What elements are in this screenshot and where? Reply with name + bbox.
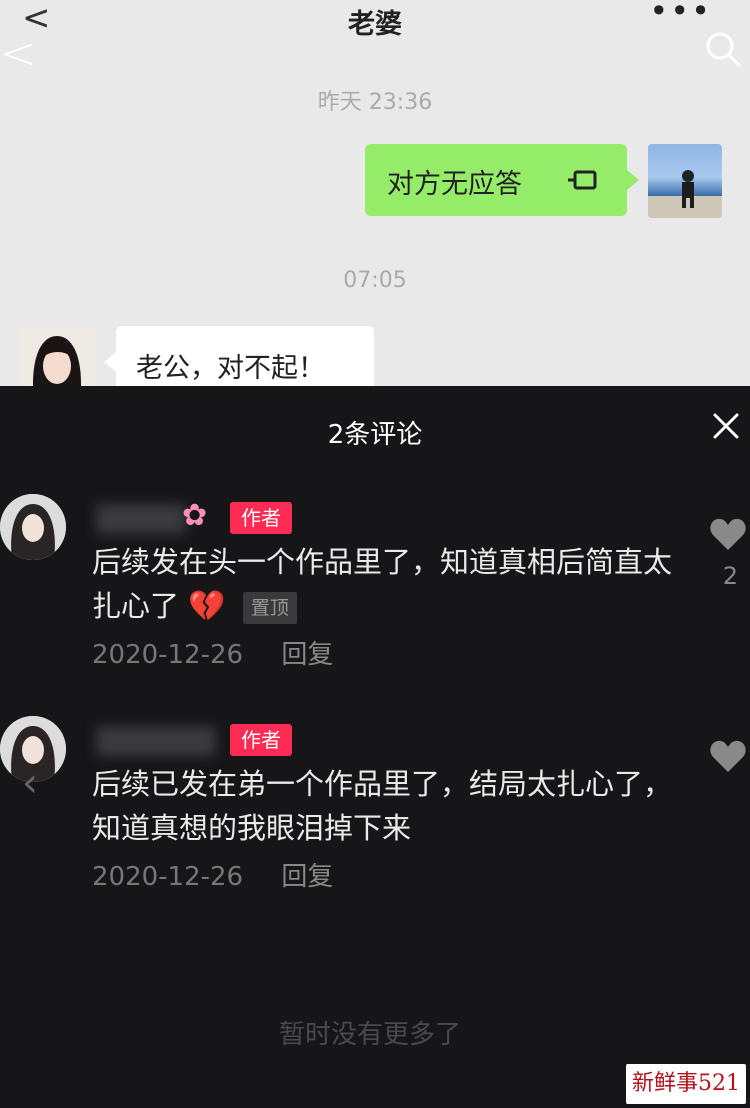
comments-panel: 2条评论 ✿ 作者 后续发在头一个作品里了，知道真相后简直太扎心了 💔 置顶 2… [0, 386, 750, 1108]
heart-icon[interactable] [708, 514, 748, 554]
voice-call-icon [568, 170, 597, 190]
author-badge: 作者 [230, 502, 292, 534]
close-icon[interactable] [712, 412, 740, 440]
commenter-avatar[interactable] [0, 494, 66, 560]
comment-text: 后续发在头一个作品里了，知道真相后简直太扎心了 💔 置顶 [92, 540, 672, 629]
back-arrow-icon[interactable]: ‹ [22, 760, 38, 806]
blurred-username [96, 504, 186, 534]
blurred-username [96, 726, 216, 756]
watermark: 新鲜事521 [626, 1064, 746, 1104]
broken-heart-icon: 💔 [188, 589, 226, 624]
incoming-message-text: 老公，对不起！ [136, 353, 325, 384]
outgoing-message-bubble[interactable]: 对方无应答 [365, 144, 639, 216]
woman-photo-icon [20, 326, 94, 386]
reply-button[interactable]: 回复 [281, 640, 333, 670]
like-count: 2 [722, 562, 738, 590]
comment-date: 2020-12-26 [92, 862, 244, 892]
no-more-comments-text: 暂时没有更多了 [278, 1020, 461, 1050]
more-options-icon[interactable]: ••• [649, 0, 712, 30]
person-photo-icon [648, 170, 722, 218]
my-avatar[interactable] [648, 144, 722, 218]
chat-header: < 老婆 ••• [0, 0, 750, 40]
chat-window: < 老婆 ••• < 昨天 23:36 对方无应答 07:05 老公，对不起！ [0, 0, 750, 386]
timestamp: 昨天 23:36 [317, 90, 433, 115]
contact-avatar[interactable] [20, 326, 94, 386]
timestamp: 07:05 [343, 268, 407, 293]
back-arrow-icon[interactable]: < [0, 28, 37, 79]
comment-meta: 2020-12-26 回复 [92, 856, 333, 893]
comment-meta: 2020-12-26 回复 [92, 634, 333, 671]
incoming-message-bubble[interactable]: 老公，对不起！ [104, 326, 374, 386]
flower-icon: ✿ [182, 498, 208, 533]
author-badge: 作者 [230, 724, 292, 756]
heart-icon[interactable] [708, 736, 748, 776]
comment-body: 后续发在头一个作品里了，知道真相后简直太扎心了 [92, 545, 673, 623]
comment-date: 2020-12-26 [92, 640, 244, 670]
girl-avatar-icon [0, 494, 66, 560]
reply-button[interactable]: 回复 [281, 862, 333, 892]
pinned-label: 置顶 [242, 592, 297, 624]
chat-title: 老婆 [348, 9, 402, 40]
comments-count-title: 2条评论 [327, 420, 423, 450]
outgoing-message-text: 对方无应答 [387, 169, 522, 200]
search-icon[interactable] [704, 30, 742, 68]
comment-text: 后续已发在弟一个作品里了，结局太扎心了，知道真想的我眼泪掉下来 [92, 767, 673, 845]
